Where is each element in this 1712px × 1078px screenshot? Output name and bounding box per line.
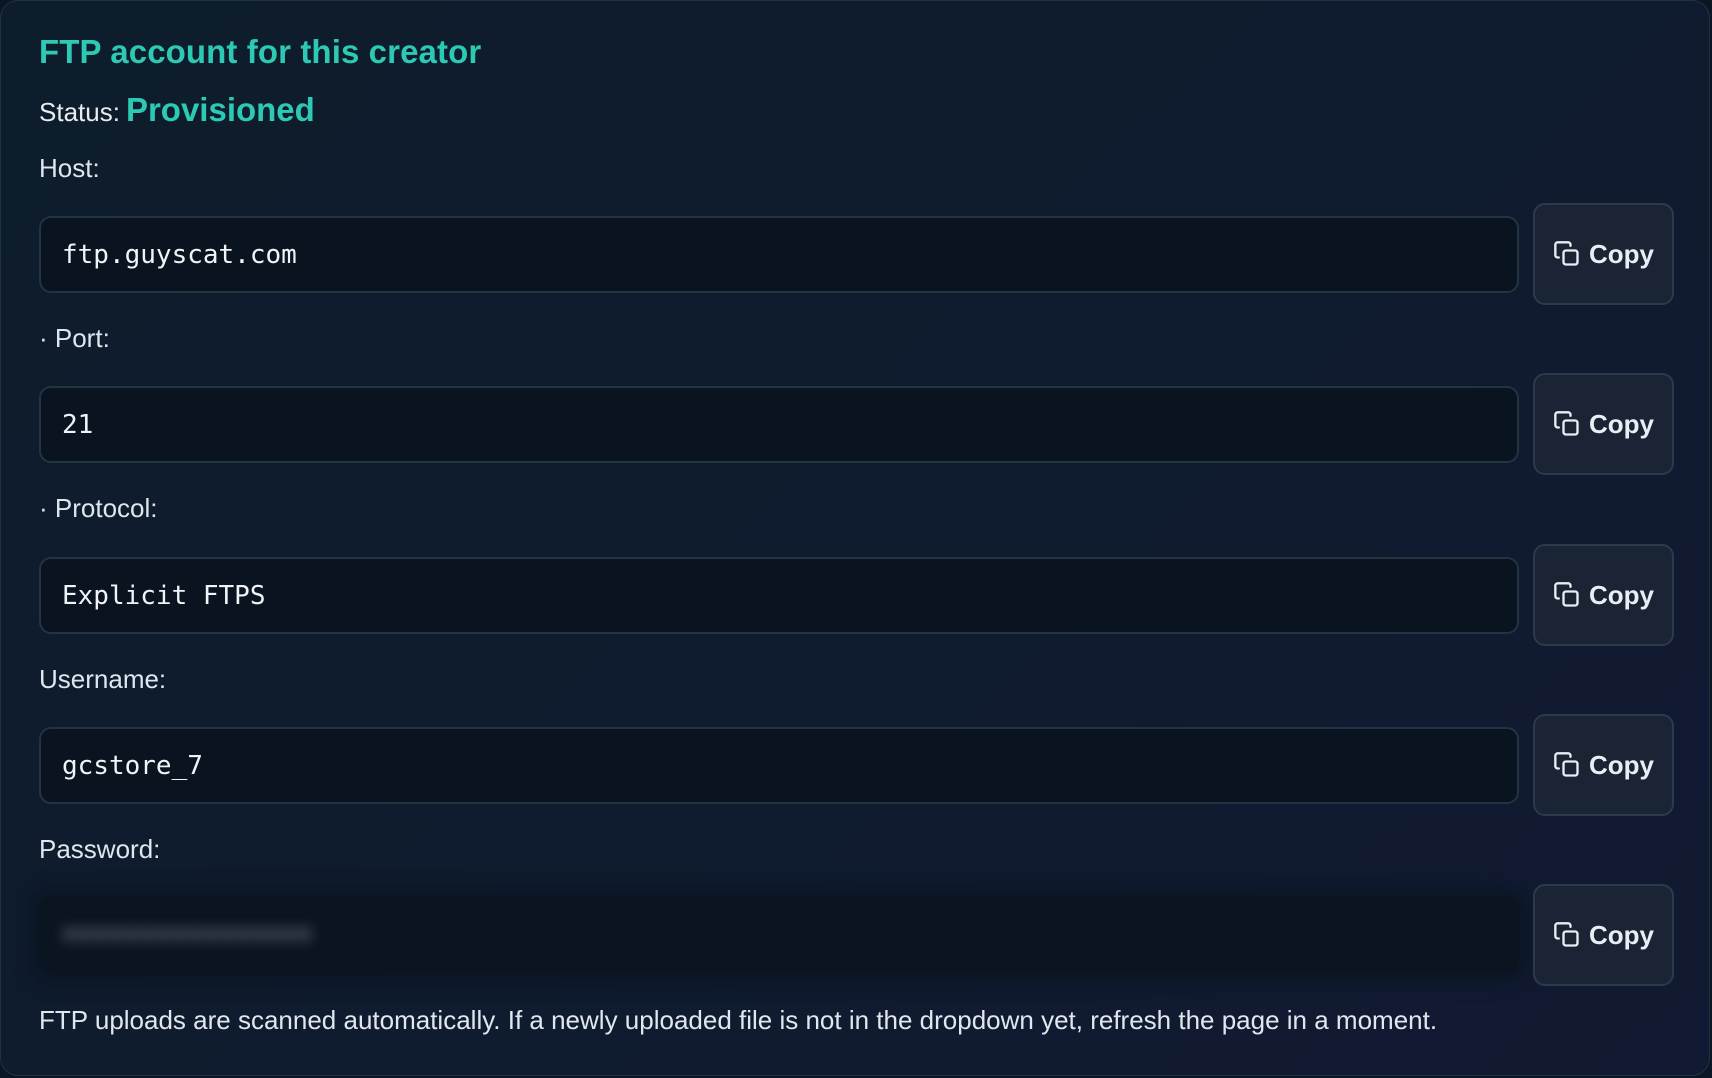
host-label: Host:: [39, 153, 100, 183]
copy-host-button[interactable]: Copy: [1533, 203, 1674, 305]
copy-icon: [1554, 411, 1579, 436]
username-field[interactable]: gcstore_7: [39, 727, 1519, 804]
copy-username-button[interactable]: Copy: [1533, 714, 1674, 816]
status-label: Status:: [39, 97, 120, 127]
username-label: Username:: [39, 664, 167, 694]
copy-button-label: Copy: [1589, 579, 1654, 610]
status-badge: Provisioned: [125, 91, 315, 128]
protocol-value: Explicit FTPS: [62, 580, 266, 611]
protocol-label: · Protocol:: [39, 493, 158, 523]
password-value: ••••••••••••••••: [62, 920, 313, 951]
protocol-field[interactable]: Explicit FTPS: [39, 557, 1519, 634]
copy-protocol-button[interactable]: Copy: [1533, 544, 1674, 646]
host-field[interactable]: ftp.guyscat.com: [39, 216, 1519, 293]
copy-port-button[interactable]: Copy: [1533, 373, 1674, 475]
host-value: ftp.guyscat.com: [62, 239, 297, 270]
copy-button-label: Copy: [1589, 919, 1654, 950]
port-field[interactable]: 21: [39, 386, 1519, 463]
port-label: · Port:: [39, 323, 110, 353]
port-value: 21: [62, 409, 94, 440]
username-value: gcstore_7: [62, 750, 203, 781]
card-title: FTP account for this creator: [39, 33, 482, 70]
copy-icon: [1554, 241, 1579, 266]
status-line: Status: Provisioned: [39, 91, 315, 129]
ftp-scan-note: FTP uploads are scanned automatically. I…: [39, 1005, 1438, 1035]
copy-button-label: Copy: [1589, 749, 1654, 780]
copy-button-label: Copy: [1589, 238, 1654, 269]
password-label: Password:: [39, 834, 161, 864]
copy-icon: [1554, 752, 1579, 777]
copy-password-button[interactable]: Copy: [1533, 884, 1674, 986]
copy-icon: [1554, 922, 1579, 947]
copy-icon: [1554, 582, 1579, 607]
password-field[interactable]: ••••••••••••••••: [39, 897, 1519, 974]
copy-button-label: Copy: [1589, 408, 1654, 439]
ftp-account-card: FTP account for this creator Status: Prov…: [0, 0, 1710, 1076]
